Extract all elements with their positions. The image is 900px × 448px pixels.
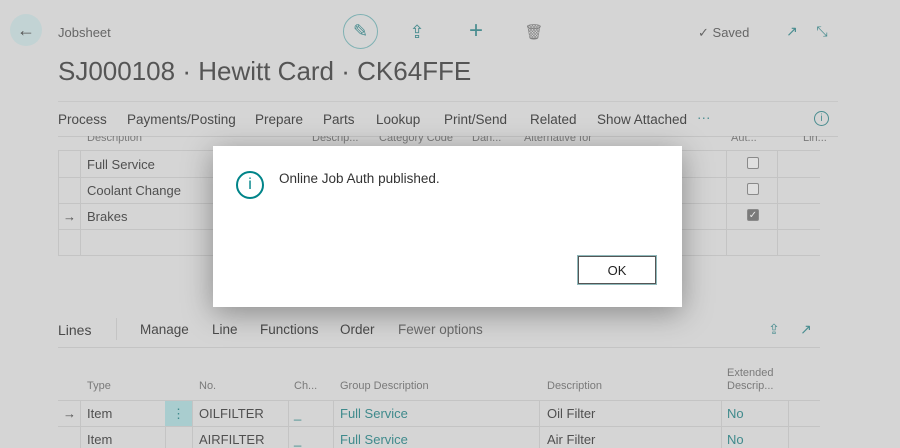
lines-share-button[interactable]: ⇪ (764, 319, 784, 339)
menu-show-attached[interactable]: Show Attached (597, 112, 687, 127)
lines-expand-button[interactable]: ↗ (796, 319, 816, 339)
col-extended-2[interactable]: Descrip... (727, 380, 773, 392)
more-options-icon[interactable]: ··· (697, 110, 711, 125)
page-title: SJ000108 · Hewitt Card · CK64FFE (58, 56, 472, 86)
line-extended-link[interactable]: No (727, 432, 744, 447)
line-ch[interactable]: _ (294, 432, 301, 447)
menu-related[interactable]: Related (530, 112, 577, 127)
collapse-button[interactable]: ⤡ (812, 21, 832, 41)
info-glyph: i (248, 176, 252, 193)
open-new-window-button[interactable]: ↗ (782, 21, 802, 41)
col-dan[interactable]: Dan... (472, 136, 501, 144)
share-icon: ⇪ (409, 21, 425, 42)
row-arrow-icon: → (63, 406, 76, 421)
menu-parts[interactable]: Parts (323, 112, 355, 127)
lines-menu-functions[interactable]: Functions (260, 322, 319, 337)
col-category-code[interactable]: Category Code (379, 136, 453, 144)
lines-menu-fewer-options[interactable]: Fewer options (398, 322, 483, 337)
edit-button[interactable]: ✎ (343, 14, 378, 49)
info-icon: i (236, 171, 264, 199)
col-no[interactable]: No. (199, 380, 216, 392)
new-button[interactable]: + (464, 17, 488, 44)
col-descrip[interactable]: Descrip... (312, 136, 358, 144)
trash-icon: 🗑 (524, 24, 544, 41)
menu-prepare[interactable]: Prepare (255, 112, 303, 127)
menu-lookup[interactable]: Lookup (376, 112, 420, 127)
share-button[interactable]: ⇪ (405, 20, 429, 44)
line-group-link[interactable]: Full Service (340, 406, 408, 421)
auth-checkbox[interactable] (747, 183, 759, 195)
group-row-description[interactable]: Full Service (87, 157, 155, 172)
info-button[interactable]: i (814, 111, 829, 126)
lines-title: Lines (58, 322, 92, 338)
line-group-link[interactable]: Full Service (340, 432, 408, 447)
delete-button[interactable]: 🗑 (522, 20, 546, 44)
group-row-description[interactable]: Brakes (87, 209, 127, 224)
expand-icon: ↗ (800, 320, 812, 337)
col-extended-1[interactable]: Extended (727, 367, 773, 379)
auth-checkbox-checked[interactable]: ✓ (747, 209, 759, 221)
dialog-message: Online Job Auth published. (279, 171, 440, 186)
line-no[interactable]: AIRFILTER (199, 432, 265, 447)
saved-status: ✓ Saved (698, 25, 749, 41)
message-dialog: i Online Job Auth published. OK (213, 146, 682, 307)
menu-process[interactable]: Process (58, 112, 107, 127)
lines-menu-line[interactable]: Line (212, 322, 238, 337)
line-description[interactable]: Oil Filter (547, 406, 595, 421)
col-type[interactable]: Type (87, 380, 111, 392)
check-icon: ✓ (748, 210, 758, 221)
ok-button[interactable]: OK (578, 256, 656, 284)
pencil-icon: ✎ (352, 21, 369, 41)
back-button[interactable]: ← (10, 14, 42, 46)
menu-print-send[interactable]: Print/Send (444, 112, 507, 127)
col-alternative-for[interactable]: Alternative for (524, 136, 592, 144)
group-row-description[interactable]: Coolant Change (87, 183, 181, 198)
line-description[interactable]: Air Filter (547, 432, 595, 447)
line-type[interactable]: Item (87, 406, 112, 421)
col-lin[interactable]: Lin... (803, 136, 827, 144)
plus-icon: + (468, 17, 483, 44)
line-no[interactable]: OILFILTER (199, 406, 264, 421)
col-group-description[interactable]: Group Description (340, 380, 429, 392)
col-ch[interactable]: Ch... (294, 380, 317, 392)
kebab-icon: ⋮ (172, 406, 185, 421)
lines-menu-manage[interactable]: Manage (140, 322, 189, 337)
col-description[interactable]: Description (547, 380, 602, 392)
breadcrumb: Jobsheet (58, 25, 111, 40)
line-extended-link[interactable]: No (727, 406, 744, 421)
info-icon: i (820, 113, 823, 124)
share-icon: ⇪ (768, 320, 780, 337)
auth-checkbox[interactable] (747, 157, 759, 169)
line-ch[interactable]: _ (294, 406, 301, 421)
col-auth[interactable]: Aut... (731, 136, 757, 144)
back-arrow-icon: ← (17, 19, 35, 40)
lines-menu-order[interactable]: Order (340, 322, 375, 337)
line-type[interactable]: Item (87, 432, 112, 447)
collapse-icon: ⤡ (816, 22, 828, 39)
row-arrow-icon: → (63, 209, 76, 224)
row-actions-button[interactable]: ⋮ (165, 401, 192, 426)
col-description[interactable]: Description (87, 136, 142, 144)
open-new-icon: ↗ (786, 22, 798, 39)
check-icon: ✓ (698, 25, 709, 40)
saved-label: Saved (712, 25, 750, 40)
menu-payments-posting[interactable]: Payments/Posting (127, 112, 236, 127)
